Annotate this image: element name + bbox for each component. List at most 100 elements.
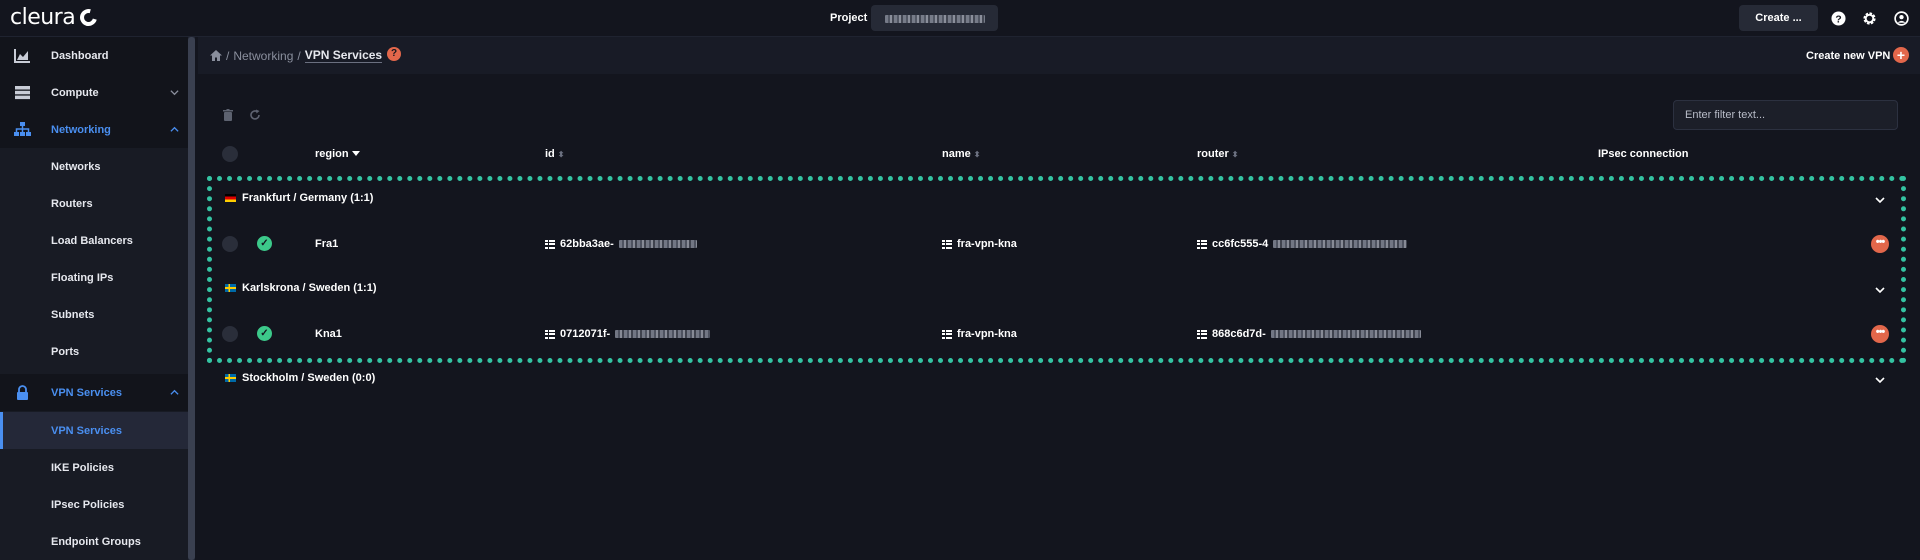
server-icon (15, 86, 30, 100)
sidebar-item-dashboard[interactable]: Dashboard (0, 37, 188, 74)
sidebar-item-vpn-services[interactable]: VPN Services (0, 412, 188, 449)
sidebar-item-label: Routers (51, 197, 93, 210)
row-actions-button[interactable]: ••• (1871, 325, 1889, 343)
breadcrumb: / Networking / VPN Services (210, 48, 383, 63)
name-value: fra-vpn-kna (957, 328, 1017, 340)
cell-name: fra-vpn-kna (942, 328, 1017, 340)
column-header-label: id (545, 148, 555, 160)
group-label: Frankfurt / Germany (1:1) (242, 192, 374, 204)
table-icon (942, 329, 952, 339)
router-prefix: cc6fc555-4 (1212, 238, 1269, 250)
sidebar-item-subnets[interactable]: Subnets (0, 296, 188, 333)
router-prefix: 868c6d7d- (1212, 328, 1266, 340)
row-select-radio[interactable] (222, 236, 238, 252)
sidebar-item-floating-ips[interactable]: Floating IPs (0, 259, 188, 296)
select-all-radio[interactable] (222, 146, 238, 162)
group-label: Karlskrona / Sweden (1:1) (242, 282, 377, 294)
sidebar-scrollbar-thumb[interactable] (188, 37, 195, 560)
cell-router: cc6fc555-4 (1197, 238, 1408, 250)
flag-sweden-icon (225, 284, 236, 292)
sidebar-item-label: Networks (51, 160, 101, 173)
router-redacted (1270, 330, 1421, 338)
brand-logo[interactable]: cleura (10, 5, 101, 30)
flag-sweden-icon (225, 374, 236, 382)
sidebar-item-compute[interactable]: Compute (0, 74, 188, 111)
breadcrumb-current: VPN Services (304, 48, 383, 63)
chart-icon (14, 49, 30, 63)
sidebar-item-ike-policies[interactable]: IKE Policies (0, 449, 188, 486)
breadcrumb-networking[interactable]: Networking (233, 49, 293, 63)
sidebar-item-label: Networking (51, 123, 111, 136)
column-header-router[interactable]: router ⬍ (1197, 148, 1238, 160)
cell-name: fra-vpn-kna (942, 238, 1017, 250)
table-icon (1197, 239, 1207, 249)
status-ok-icon: ✓ (257, 326, 272, 341)
sidebar-item-endpoint-groups[interactable]: Endpoint Groups (0, 523, 188, 560)
trash-icon[interactable] (222, 109, 234, 121)
refresh-icon[interactable] (249, 109, 261, 121)
filter-input[interactable] (1673, 100, 1898, 130)
sidebar-item-networking[interactable]: Networking (0, 111, 188, 148)
project-select[interactable] (871, 5, 998, 31)
sidebar-item-load-balancers[interactable]: Load Balancers (0, 222, 188, 259)
table-icon (1197, 329, 1207, 339)
breadcrumb-separator: / (297, 48, 301, 63)
sidebar-item-label: VPN Services (51, 424, 122, 437)
column-header-label: name (942, 148, 971, 160)
column-header-label: IPsec connection (1598, 148, 1689, 160)
cell-id: 62bba3ae- (545, 238, 697, 250)
status-ok-icon: ✓ (257, 236, 272, 251)
table-icon (545, 329, 555, 339)
sidebar-item-label: VPN Services (51, 386, 122, 399)
help-icon[interactable]: ? (1831, 11, 1846, 26)
row-actions-button[interactable]: ••• (1871, 235, 1889, 253)
cell-router: 868c6d7d- (1197, 328, 1421, 340)
home-icon[interactable] (210, 50, 222, 61)
lock-icon (17, 385, 28, 400)
group-header-stockholm[interactable]: Stockholm / Sweden (0:0) (225, 372, 375, 384)
cell-region[interactable]: Fra1 (315, 238, 338, 250)
column-header-label: router (1197, 148, 1229, 160)
sidebar-item-ipsec-policies[interactable]: IPsec Policies (0, 486, 188, 523)
row-select-radio[interactable] (222, 326, 238, 342)
breadcrumb-separator: / (226, 48, 230, 63)
sidebar-item-vpn-services-group[interactable]: VPN Services (0, 374, 188, 411)
svg-text:?: ? (1835, 14, 1841, 25)
chevron-down-icon[interactable] (1875, 375, 1885, 385)
router-redacted (1273, 240, 1408, 248)
sidebar-item-label: Ports (51, 345, 80, 358)
create-button[interactable]: Create ... (1739, 5, 1818, 31)
name-value: fra-vpn-kna (957, 238, 1017, 250)
cell-id: 0712071f- (545, 328, 711, 340)
table-icon (545, 239, 555, 249)
cell-region[interactable]: Kna1 (315, 328, 342, 340)
id-prefix: 62bba3ae- (560, 238, 614, 250)
sidebar-item-networks[interactable]: Networks (0, 148, 188, 185)
create-new-vpn-label[interactable]: Create new VPN (1806, 50, 1890, 62)
gear-icon[interactable] (1862, 11, 1877, 26)
column-header-region[interactable]: region (315, 148, 360, 160)
project-name-redacted (885, 15, 985, 23)
group-header-karlskrona[interactable]: Karlskrona / Sweden (1:1) (225, 282, 377, 294)
help-icon[interactable]: ? (387, 47, 401, 61)
id-redacted (615, 330, 711, 338)
sidebar-item-routers[interactable]: Routers (0, 185, 188, 222)
sidebar-item-label: IKE Policies (51, 461, 114, 474)
sort-icon: ⬍ (973, 149, 981, 159)
chevron-down-icon[interactable] (1875, 195, 1885, 205)
column-header-name[interactable]: name ⬍ (942, 148, 980, 160)
highlight-box (207, 176, 1906, 363)
sidebar-item-ports[interactable]: Ports (0, 333, 188, 370)
sidebar-item-label: Endpoint Groups (51, 535, 141, 548)
chevron-down-icon[interactable] (1875, 285, 1885, 295)
column-header-id[interactable]: id ⬍ (545, 148, 564, 160)
network-icon (14, 122, 31, 136)
id-redacted (618, 240, 697, 248)
column-header-label: region (315, 148, 349, 160)
column-header-ipsec: IPsec connection (1598, 148, 1688, 160)
sidebar-item-label: Compute (51, 86, 99, 99)
sidebar-item-label: Dashboard (51, 49, 109, 62)
group-header-frankfurt[interactable]: Frankfurt / Germany (1:1) (225, 192, 373, 204)
user-icon[interactable] (1894, 11, 1909, 26)
plus-icon[interactable]: + (1893, 47, 1909, 63)
